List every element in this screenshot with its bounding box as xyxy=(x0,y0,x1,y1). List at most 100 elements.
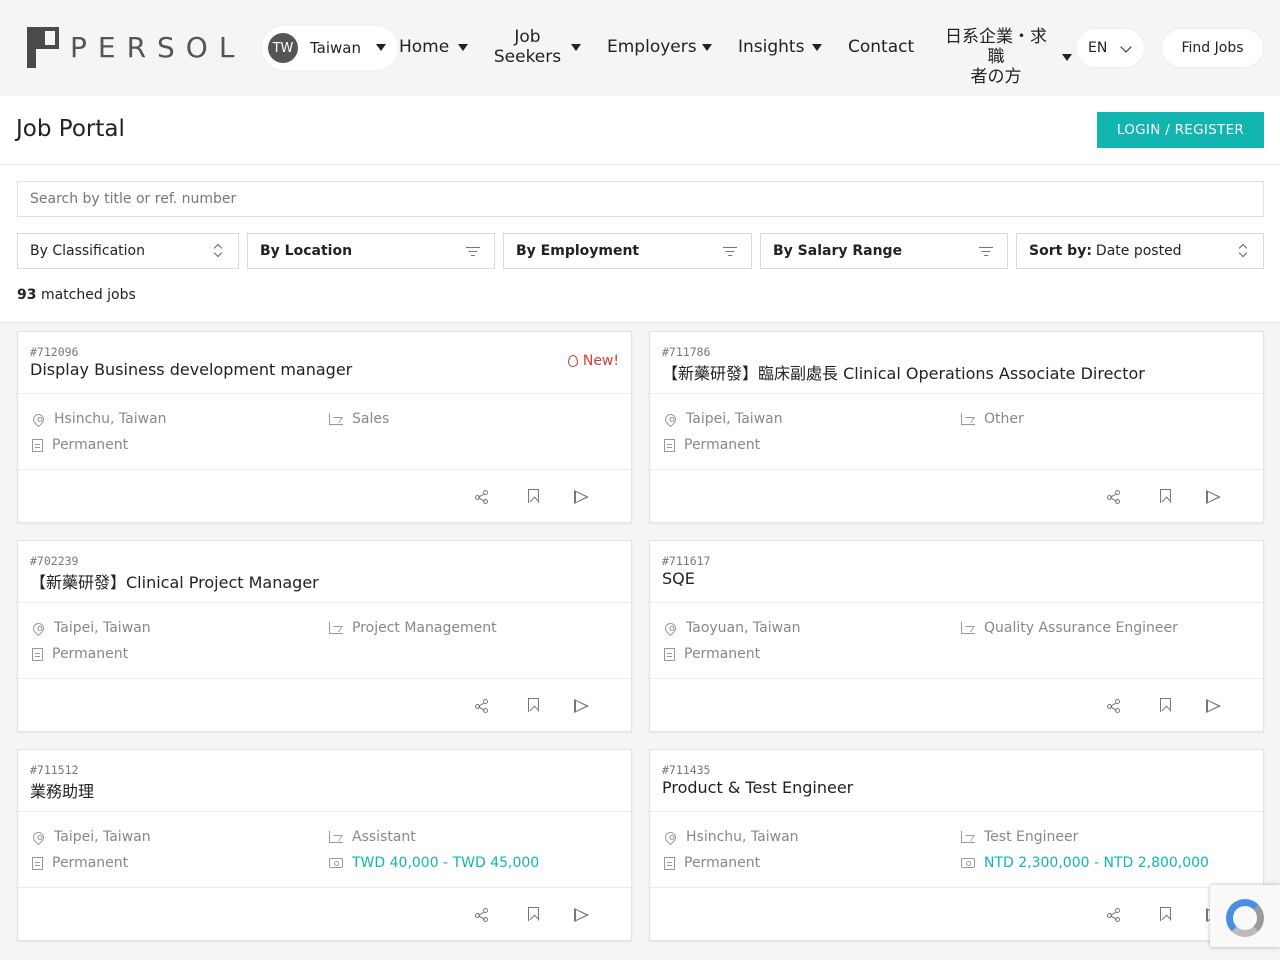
bookmark-icon xyxy=(1160,698,1171,712)
caret-down-icon xyxy=(571,44,581,51)
nav-insights[interactable]: Insights xyxy=(738,37,828,57)
job-salary-text: TWD 40,000 - TWD 45,000 xyxy=(352,855,540,871)
divider xyxy=(650,602,1263,603)
caret-down-icon xyxy=(1062,54,1072,61)
logo-text: PERSOL xyxy=(70,31,246,64)
portal-header: Job Portal LOGIN / REGISTER xyxy=(0,96,1280,165)
location-filter[interactable]: By Location xyxy=(247,233,495,269)
document-icon xyxy=(32,438,43,452)
send-icon xyxy=(1206,490,1221,504)
bookmark-button[interactable] xyxy=(1143,487,1191,507)
chart-icon xyxy=(961,413,975,425)
job-location: Hsinchu, Taiwan xyxy=(30,411,167,427)
employment-filter[interactable]: By Employment xyxy=(503,233,752,269)
employment-filter-label: By Employment xyxy=(516,243,640,259)
share-button[interactable] xyxy=(463,487,511,507)
bookmark-button[interactable] xyxy=(511,905,559,925)
job-title[interactable]: 【新藥研發】Clinical Project Manager xyxy=(30,569,319,593)
job-card[interactable]: #711786 【新藥研發】臨床副處長 Clinical Operations A… xyxy=(649,331,1264,523)
nav-employers[interactable]: Employers xyxy=(607,37,717,57)
share-button[interactable] xyxy=(1095,905,1143,925)
apply-send-button[interactable] xyxy=(1191,487,1239,507)
job-title[interactable]: Product & Test Engineer xyxy=(662,778,853,797)
job-actions xyxy=(463,696,607,716)
bookmark-button[interactable] xyxy=(511,487,559,507)
share-button[interactable] xyxy=(463,696,511,716)
job-employment: Permanent xyxy=(32,855,128,871)
bookmark-button[interactable] xyxy=(511,696,559,716)
sort-label: Sort by: xyxy=(1029,243,1092,259)
job-salary: TWD 40,000 - TWD 45,000 xyxy=(329,855,539,871)
job-ref-number: #711512 xyxy=(30,763,79,777)
document-icon xyxy=(32,647,43,661)
divider xyxy=(650,811,1263,812)
bookmark-button[interactable] xyxy=(1143,696,1191,716)
recaptcha-badge[interactable] xyxy=(1210,885,1280,947)
job-employment: Permanent xyxy=(32,646,128,662)
job-employment-text: Permanent xyxy=(52,855,129,871)
job-card[interactable]: #711512 業務助理 Taipei, Taiwan Permanent Assist… xyxy=(17,749,632,941)
job-actions xyxy=(1095,487,1239,507)
job-card[interactable]: #711617 SQE Taoyuan, Taiwan Permanent Qualit… xyxy=(649,540,1264,732)
location-pin-icon xyxy=(662,620,679,636)
classification-select[interactable]: By Classification xyxy=(17,233,239,269)
persol-logo[interactable]: PERSOL xyxy=(27,27,245,68)
login-register-button[interactable]: LOGIN / REGISTER xyxy=(1097,112,1264,148)
location-pin-icon xyxy=(662,411,679,427)
nav-japanese-label-line2: 者の方 xyxy=(970,67,1022,87)
nav-job-seekers[interactable]: Job Seekers xyxy=(490,27,586,67)
location-filter-label: By Location xyxy=(260,243,353,259)
job-title[interactable]: 【新藥研發】臨床副處長 Clinical Operations Associat… xyxy=(662,360,1145,384)
sort-arrows-icon xyxy=(1239,244,1247,258)
job-category-text: Project Management xyxy=(352,620,497,636)
job-title[interactable]: 業務助理 xyxy=(30,778,94,802)
job-title[interactable]: Display Business development manager xyxy=(30,360,352,379)
job-category-text: Assistant xyxy=(352,829,416,845)
share-button[interactable] xyxy=(1095,487,1143,507)
apply-send-button[interactable] xyxy=(1191,696,1239,716)
caret-down-icon xyxy=(458,44,468,51)
share-button[interactable] xyxy=(1095,696,1143,716)
send-icon xyxy=(1206,699,1221,713)
sort-select[interactable]: Sort by: Date posted xyxy=(1016,233,1264,269)
job-card[interactable]: #702239 【新藥研發】Clinical Project Manager Tai… xyxy=(17,540,632,732)
job-title[interactable]: SQE xyxy=(662,569,695,588)
job-location: Taoyuan, Taiwan xyxy=(662,620,801,636)
salary-range-filter[interactable]: By Salary Range xyxy=(760,233,1008,269)
job-category-text: Quality Assurance Engineer xyxy=(984,620,1178,636)
country-selector[interactable]: TW Taiwan xyxy=(262,26,398,70)
divider xyxy=(650,678,1263,679)
country-name: Taiwan xyxy=(310,39,362,57)
job-card[interactable]: #712096 Display Business development mana… xyxy=(17,331,632,523)
bookmark-icon xyxy=(1160,489,1171,503)
search-input[interactable]: Search by title or ref. number xyxy=(17,181,1264,217)
persol-logo-mark-icon xyxy=(27,27,59,68)
find-jobs-button[interactable]: Find Jobs xyxy=(1162,29,1263,67)
job-employment: Permanent xyxy=(664,646,760,662)
job-category: Test Engineer xyxy=(961,829,1078,845)
apply-send-button[interactable] xyxy=(559,696,607,716)
divider xyxy=(18,393,631,394)
nav-japanese-companies[interactable]: 日系企業・求職 者の方 xyxy=(938,27,1075,87)
location-pin-icon xyxy=(662,829,679,845)
nav-contact[interactable]: Contact xyxy=(848,37,918,57)
bookmark-button[interactable] xyxy=(1143,905,1191,925)
language-selector[interactable]: EN xyxy=(1076,29,1144,67)
job-employment-text: Permanent xyxy=(684,646,761,662)
chart-icon xyxy=(961,622,975,634)
filter-icon xyxy=(466,246,480,257)
apply-send-button[interactable] xyxy=(559,487,607,507)
job-card[interactable]: #711435 Product & Test Engineer Hsinchu, T… xyxy=(649,749,1264,941)
job-employment: Permanent xyxy=(664,437,760,453)
language-code: EN xyxy=(1088,40,1108,56)
job-category-text: Sales xyxy=(352,411,390,427)
nav-job-seekers-label-line1: Job xyxy=(514,27,541,47)
nav-home[interactable]: Home xyxy=(399,37,471,57)
recaptcha-icon xyxy=(1226,899,1264,937)
job-employment-text: Permanent xyxy=(684,855,761,871)
apply-send-button[interactable] xyxy=(559,905,607,925)
job-employment-text: Permanent xyxy=(684,437,761,453)
job-category: Assistant xyxy=(329,829,416,845)
share-button[interactable] xyxy=(463,905,511,925)
job-category: Project Management xyxy=(329,620,497,636)
